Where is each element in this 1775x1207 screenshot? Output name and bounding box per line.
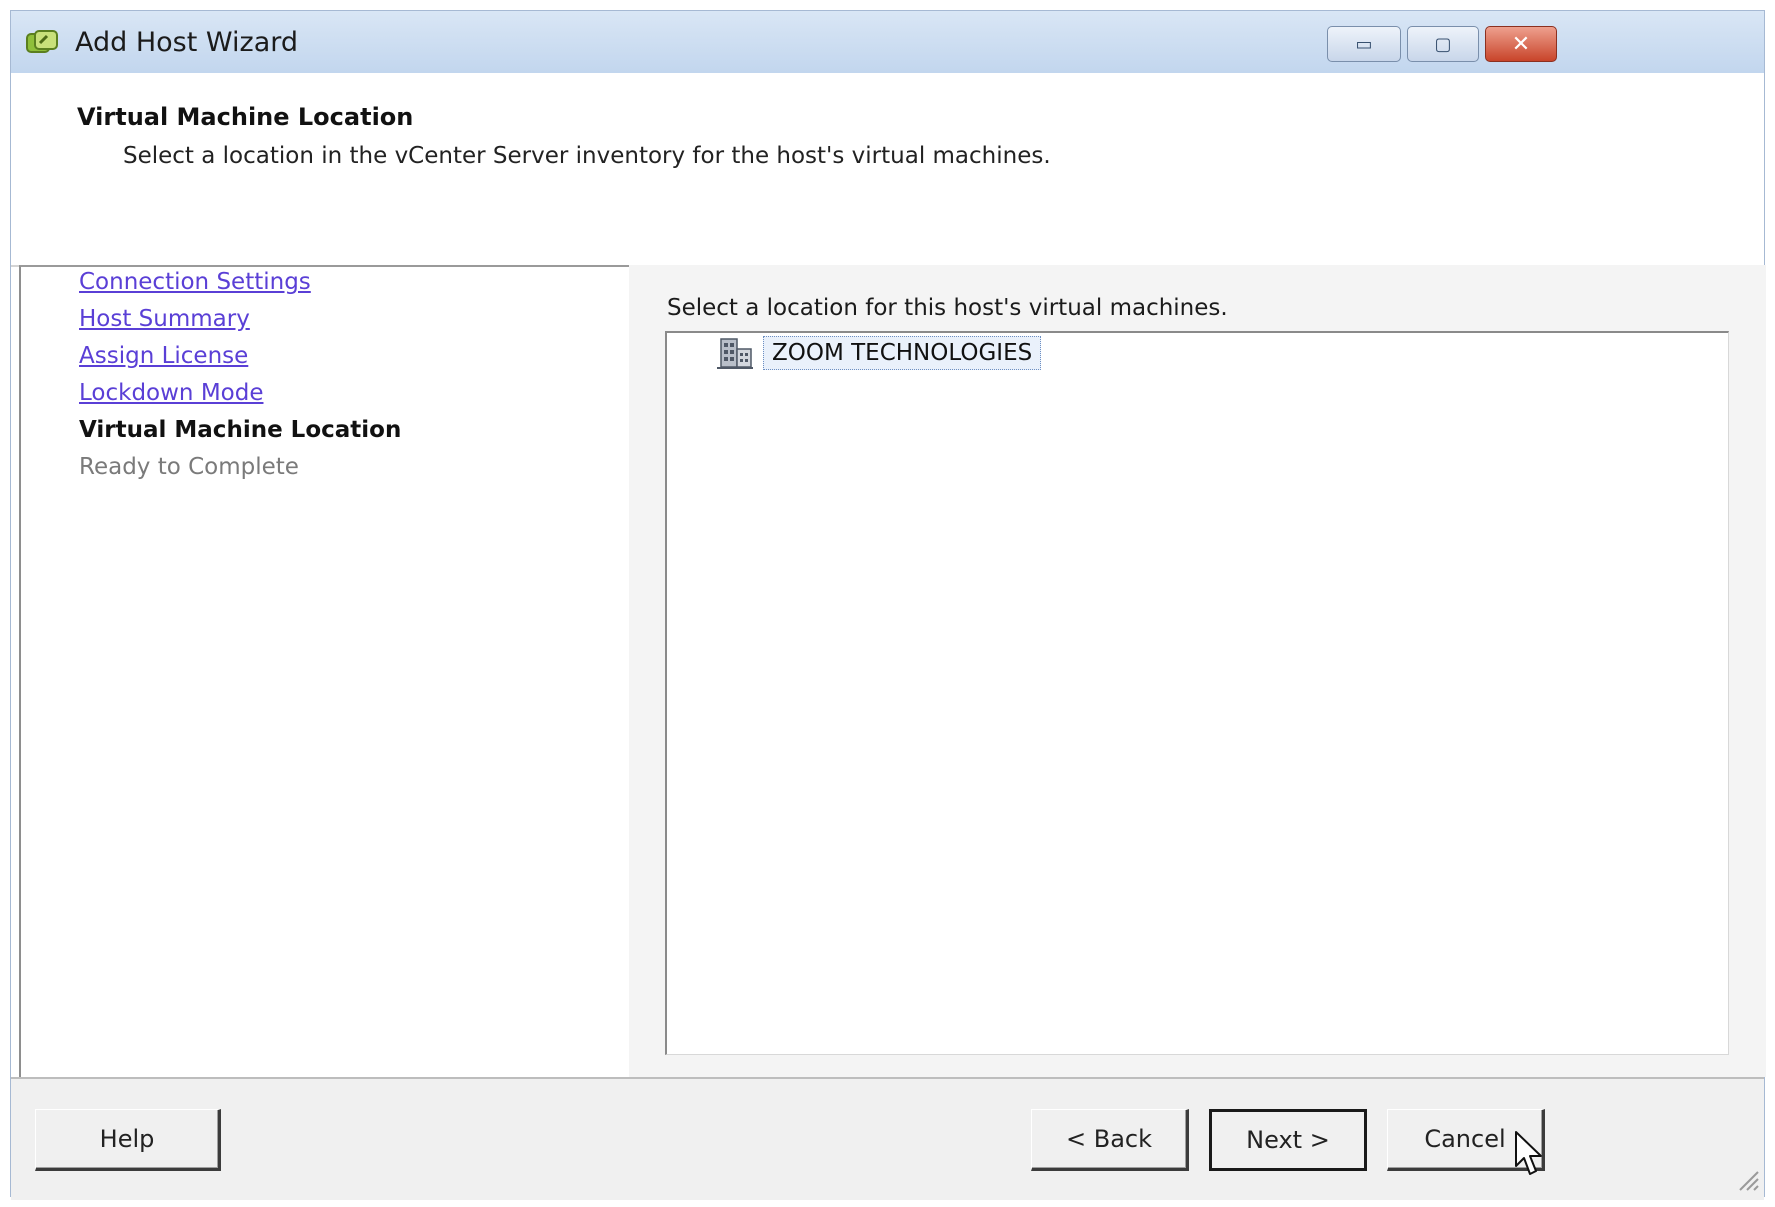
wizard-footer: Help < Back Next > Cancel [11,1077,1764,1200]
step-connection-settings[interactable]: Connection Settings [79,269,311,295]
minimize-button[interactable]: ▭ [1327,26,1401,62]
step-ready-to-complete: Ready to Complete [79,454,299,480]
step-virtual-machine-location: Virtual Machine Location [79,417,402,443]
step-host-summary[interactable]: Host Summary [79,306,250,332]
location-prompt: Select a location for this host's virtua… [667,295,1228,321]
mouse-cursor-icon [1515,1131,1542,1175]
window-title: Add Host Wizard [75,27,299,58]
add-host-wizard-window: Add Host Wizard ▭ ▢ ✕ Virtual Machine Lo… [10,10,1766,1200]
tree-item-label: ZOOM TECHNOLOGIES [763,336,1042,370]
close-icon: ✕ [1511,31,1531,57]
back-button[interactable]: < Back [1031,1109,1189,1171]
wizard-app-icon [26,30,58,53]
maximize-icon: ▢ [1434,33,1452,55]
title-bar[interactable]: Add Host Wizard ▭ ▢ ✕ [11,11,1764,74]
inventory-tree[interactable]: ZOOM TECHNOLOGIES [665,331,1729,1055]
close-button[interactable]: ✕ [1485,26,1557,62]
wizard-steps-panel: Connection Settings Host Summary Assign … [19,265,629,1077]
step-assign-license[interactable]: Assign License [79,343,248,369]
tree-item-datacenter[interactable]: ZOOM TECHNOLOGIES [715,335,1042,371]
page-title: Virtual Machine Location [77,103,414,131]
datacenter-icon [717,338,753,369]
content-panel: Select a location for this host's virtua… [629,265,1766,1077]
step-lockdown-mode[interactable]: Lockdown Mode [79,380,263,406]
wizard-header: Virtual Machine Location Select a locati… [11,73,1764,267]
resize-grip-icon[interactable] [1732,1164,1760,1192]
minimize-icon: ▭ [1355,33,1373,55]
next-button[interactable]: Next > [1209,1109,1367,1171]
help-button[interactable]: Help [35,1109,221,1171]
page-description: Select a location in the vCenter Server … [123,143,1051,169]
maximize-button[interactable]: ▢ [1407,26,1479,62]
